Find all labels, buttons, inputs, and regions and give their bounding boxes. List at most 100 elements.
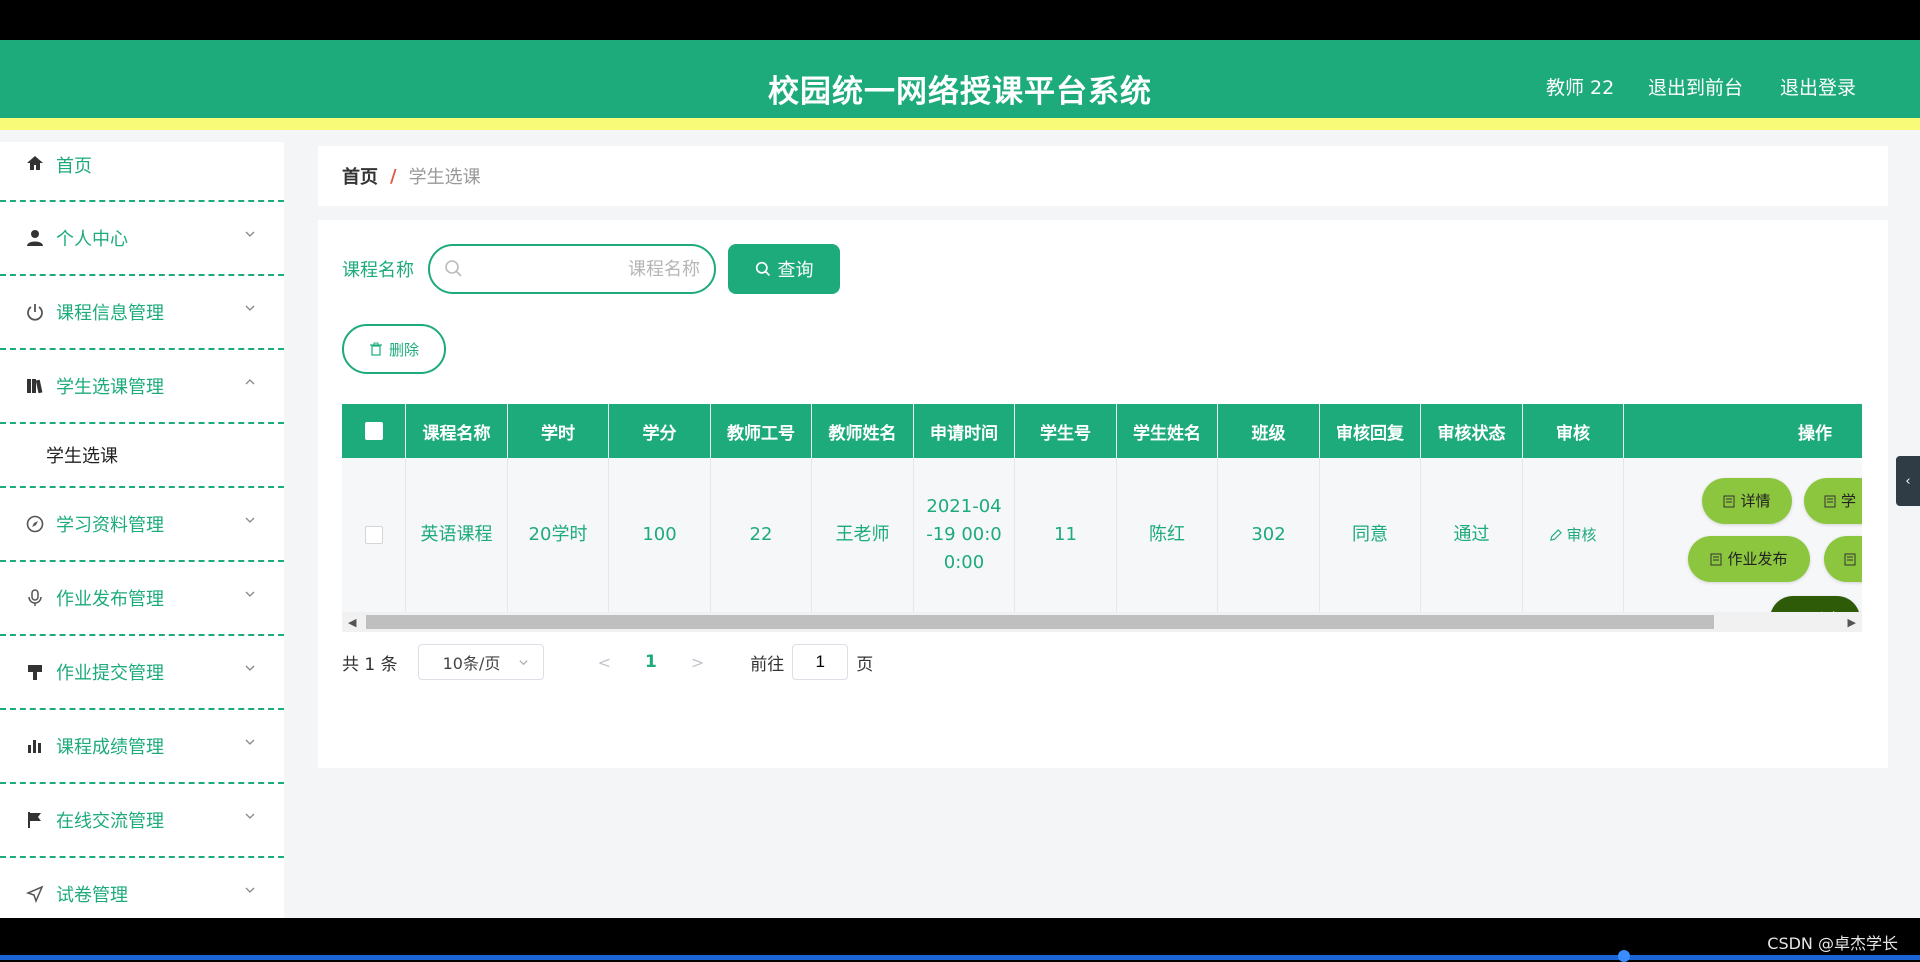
row-checkbox[interactable] bbox=[364, 526, 383, 544]
sidebar-item-label: 个人中心 bbox=[56, 229, 128, 250]
column-header: 审核 bbox=[1523, 404, 1624, 458]
video-progress-bar[interactable] bbox=[0, 955, 1920, 960]
batch-delete-button[interactable]: 删除 bbox=[342, 324, 446, 374]
logout-link[interactable]: 退出登录 bbox=[1780, 73, 1856, 100]
page-size-value: 10条/页 bbox=[442, 654, 501, 673]
column-header: 申请时间 bbox=[914, 404, 1015, 458]
homework-publish-button[interactable]: 作业发布 bbox=[1688, 536, 1810, 582]
sidebar-item-label: 首页 bbox=[56, 156, 92, 177]
sidebar-item-study-materials[interactable]: 学习资料管理 bbox=[0, 488, 284, 562]
detail-button[interactable]: 详情 bbox=[1702, 478, 1792, 524]
scrollbar-thumb[interactable] bbox=[366, 615, 1714, 629]
flag-icon bbox=[24, 809, 46, 831]
row-select-cell[interactable] bbox=[342, 458, 406, 612]
sidebar-item-home[interactable]: 首页 bbox=[0, 142, 284, 202]
breadcrumb-current: 学生选课 bbox=[408, 167, 481, 188]
cell-review-status: 通过 bbox=[1421, 458, 1523, 612]
page-number-current[interactable]: 1 bbox=[645, 652, 657, 672]
table-row: 英语课程 20学时 100 22 王老师 2021-04 -19 00:0 0:… bbox=[342, 458, 1862, 612]
apply-time-line: 2021-04 bbox=[926, 496, 1002, 517]
document-icon bbox=[1710, 553, 1722, 565]
column-header: 教师姓名 bbox=[812, 404, 914, 458]
chevron-down-icon bbox=[245, 517, 255, 523]
cell-course-name: 英语课程 bbox=[406, 458, 508, 612]
column-header: 班级 bbox=[1218, 404, 1320, 458]
chevron-down-icon bbox=[519, 659, 528, 665]
cell-teacher-id: 22 bbox=[711, 458, 812, 612]
document-icon bbox=[1824, 495, 1836, 507]
next-page-icon[interactable]: > bbox=[691, 653, 704, 672]
search-label: 课程名称 bbox=[342, 260, 414, 281]
edit-icon bbox=[1550, 528, 1563, 541]
column-header: 教师工号 bbox=[711, 404, 812, 458]
course-name-search-input[interactable] bbox=[474, 256, 700, 282]
apply-time-line: -19 00:0 bbox=[926, 524, 1002, 545]
sidebar-item-online-exchange[interactable]: 在线交流管理 bbox=[0, 784, 284, 858]
more-operation-button[interactable] bbox=[1824, 536, 1862, 582]
watermark-text: CSDN @卓杰学长 bbox=[1767, 934, 1898, 953]
query-button-label: 查询 bbox=[777, 260, 814, 281]
goto-suffix: 页 bbox=[856, 654, 874, 675]
scroll-left-arrow-icon[interactable]: ◀ bbox=[348, 616, 356, 629]
column-header: 学时 bbox=[508, 404, 609, 458]
page-size-select[interactable]: 10条/页 bbox=[417, 644, 544, 680]
sidebar-subitem-student-selection[interactable]: 学生选课 bbox=[0, 424, 284, 488]
search-box bbox=[428, 244, 716, 294]
column-header: 审核回复 bbox=[1320, 404, 1421, 458]
screen-letterbox-top bbox=[0, 0, 1920, 40]
video-progress-handle[interactable] bbox=[1618, 950, 1630, 962]
bar-chart-icon bbox=[24, 735, 46, 757]
cell-apply-time: 2021-04 -19 00:0 0:00 bbox=[914, 458, 1015, 612]
column-header: 操作 bbox=[1798, 423, 1832, 444]
cell-student-no: 11 bbox=[1015, 458, 1117, 612]
row-delete-button[interactable]: 删除 bbox=[1770, 596, 1860, 612]
sidebar-item-homework-publish[interactable]: 作业发布管理 bbox=[0, 562, 284, 636]
query-button[interactable]: 查询 bbox=[728, 244, 840, 294]
select-all-checkbox[interactable] bbox=[364, 422, 383, 440]
column-header: 课程名称 bbox=[406, 404, 508, 458]
prev-page-icon[interactable]: < bbox=[598, 653, 611, 672]
sidebar-item-course-info[interactable]: 课程信息管理 bbox=[0, 276, 284, 350]
review-action-link[interactable]: 审核 bbox=[1523, 458, 1624, 612]
screen-letterbox-bottom bbox=[0, 918, 1920, 960]
cell-review-reply: 同意 bbox=[1320, 458, 1421, 612]
table-header: 课程名称 学时 学分 教师工号 教师姓名 申请时间 学生号 学生姓名 班级 审核… bbox=[342, 404, 1862, 458]
chevron-down-icon bbox=[245, 305, 255, 311]
header-select-all[interactable] bbox=[342, 404, 406, 458]
sidebar-item-homework-submit[interactable]: 作业提交管理 bbox=[0, 636, 284, 710]
sidebar-item-personal-center[interactable]: 个人中心 bbox=[0, 202, 284, 276]
document-icon bbox=[1844, 553, 1856, 565]
microphone-icon bbox=[24, 587, 46, 609]
goto-page-input[interactable] bbox=[792, 644, 849, 680]
column-header: 审核状态 bbox=[1421, 404, 1523, 458]
batch-delete-label: 删除 bbox=[388, 340, 419, 359]
chevron-down-icon bbox=[245, 591, 255, 597]
apply-time-line: 0:00 bbox=[943, 552, 985, 573]
total-count: 共 1 条 bbox=[342, 654, 398, 675]
sidebar-item-label: 课程成绩管理 bbox=[56, 737, 164, 758]
review-action-label: 审核 bbox=[1566, 526, 1597, 544]
horizontal-scrollbar[interactable]: ◀ ▶ bbox=[342, 612, 1862, 632]
row-delete-label: 删除 bbox=[1808, 605, 1838, 612]
power-icon bbox=[24, 301, 46, 323]
app-window: 校园统一网络授课平台系统 教师 22 退出到前台 退出登录 首页 个人中心 课程… bbox=[0, 40, 1920, 918]
scroll-right-arrow-icon[interactable]: ▶ bbox=[1848, 616, 1856, 629]
cell-class: 302 bbox=[1218, 458, 1320, 612]
sidebar-item-course-selection[interactable]: 学生选课管理 bbox=[0, 350, 284, 424]
exit-to-front-link[interactable]: 退出到前台 bbox=[1648, 73, 1743, 100]
sidebar-item-course-grades[interactable]: 课程成绩管理 bbox=[0, 710, 284, 784]
sidebar-subitem-label: 学生选课 bbox=[46, 446, 118, 467]
study-button[interactable]: 学 bbox=[1804, 478, 1862, 524]
breadcrumb-home[interactable]: 首页 bbox=[342, 163, 378, 189]
cell-operations: 详情 学 作业发布 删 bbox=[1624, 458, 1862, 612]
cell-credit: 100 bbox=[609, 458, 711, 612]
user-icon bbox=[24, 227, 46, 249]
sidebar-item-exam-papers[interactable]: 试卷管理 bbox=[0, 858, 284, 918]
course-selection-table: 课程名称 学时 学分 教师工号 教师姓名 申请时间 学生号 学生姓名 班级 审核… bbox=[342, 404, 1862, 612]
sidebar: 首页 个人中心 课程信息管理 学生选课管理 学生选课 学习资料管理 作业发布管理… bbox=[0, 142, 284, 918]
breadcrumb: 首页 / 学生选课 bbox=[318, 146, 1888, 206]
sidebar-item-label: 课程信息管理 bbox=[56, 303, 164, 324]
collapse-panel-toggle[interactable]: ‹ bbox=[1896, 456, 1920, 506]
detail-button-label: 详情 bbox=[1740, 492, 1771, 510]
search-icon bbox=[445, 260, 462, 277]
